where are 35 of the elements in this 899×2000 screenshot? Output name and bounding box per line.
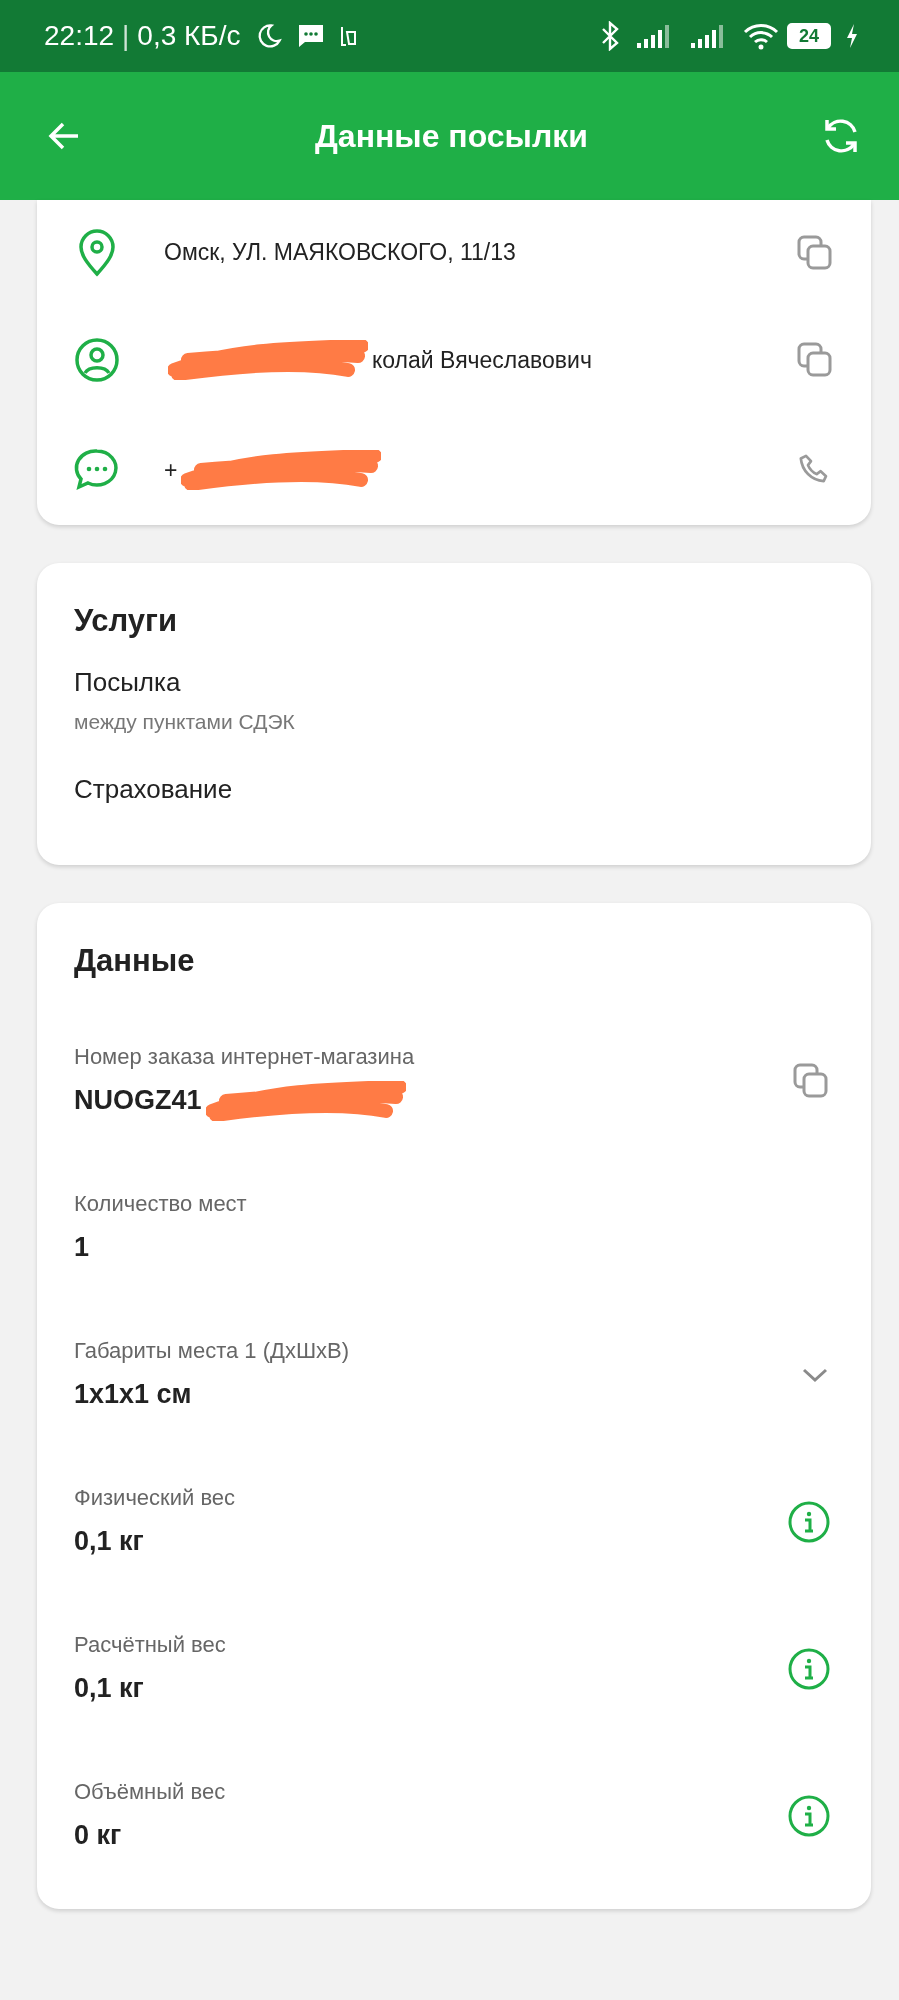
- info-icon[interactable]: [787, 1793, 831, 1838]
- section-title: Данные: [74, 943, 196, 979]
- service-note: между пунктами СДЭК: [74, 710, 296, 734]
- info-icon[interactable]: [787, 1499, 831, 1544]
- field-value: NUOGZ41: [74, 1085, 202, 1116]
- info-icon[interactable]: [787, 1646, 831, 1691]
- charging-icon: [845, 23, 859, 49]
- section-title: Услуги: [74, 603, 179, 639]
- chat-icon: [74, 447, 120, 493]
- message-icon: [296, 23, 325, 49]
- service-name: Страхование: [74, 774, 234, 805]
- battery-indicator: 24: [786, 23, 831, 49]
- contact-text: +: [164, 456, 178, 484]
- status-time: 22:12: [44, 20, 115, 52]
- field-label: Количество мест: [74, 1190, 248, 1217]
- network-speed: 0,3 КБ/с: [137, 20, 241, 52]
- field-value: 0 кг: [74, 1820, 122, 1851]
- field-label: Физический вес: [74, 1484, 237, 1511]
- user-icon: [74, 337, 120, 383]
- field-value: 0,1 кг: [74, 1526, 144, 1557]
- field-value: 1: [74, 1232, 90, 1263]
- field-label: Объёмный вес: [74, 1778, 227, 1805]
- status-separator: |: [122, 20, 130, 52]
- contact-text: Омск, УЛ. МАЯКОВСКОГО, 11/13: [164, 239, 516, 266]
- field-value: 0,1 кг: [74, 1673, 144, 1704]
- field-value: 1x1x1 см: [74, 1379, 192, 1410]
- field-label: Габариты места 1 (ДхШхВ): [74, 1337, 351, 1364]
- copy-icon[interactable]: [795, 340, 835, 380]
- contact-text: колай Вячеславович: [372, 346, 592, 374]
- screen-title: Данные посылки: [314, 117, 589, 155]
- field-label: Номер заказа интернет-магазина: [74, 1043, 416, 1070]
- app-notification-icon: [338, 24, 359, 48]
- service-name: Посылка: [74, 667, 182, 698]
- field-label: Расчётный вес: [74, 1631, 227, 1658]
- wifi-icon: [742, 22, 779, 50]
